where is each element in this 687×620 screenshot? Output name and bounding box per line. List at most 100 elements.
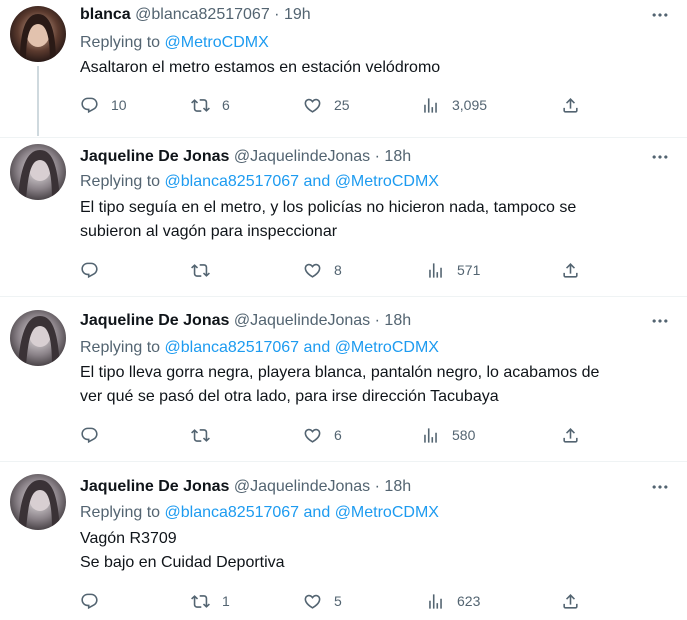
tweet-header: Jaqueline De Jonas @JaquelindeJonas · 18… <box>80 477 411 497</box>
profile-photo <box>10 144 66 200</box>
mention-link[interactable]: @MetroCDMX <box>335 173 439 190</box>
replying-to-label: Replying to <box>80 339 161 356</box>
views-icon <box>421 426 440 445</box>
retweet-button[interactable] <box>191 259 222 281</box>
user-handle[interactable]: @JaquelindeJonas <box>234 478 370 495</box>
retweet-button[interactable] <box>191 424 222 446</box>
replying-to: Replying to @blanca82517067 and @MetroCD… <box>80 338 439 358</box>
heart-icon <box>303 96 322 115</box>
user-handle[interactable]: @JaquelindeJonas <box>234 148 370 165</box>
replying-to-label: Replying to <box>80 173 161 190</box>
reply-button[interactable] <box>80 424 111 446</box>
display-name[interactable]: Jaqueline De Jonas <box>80 312 229 329</box>
reply-button[interactable] <box>80 259 111 281</box>
view-count: 580 <box>452 427 476 443</box>
replying-to: Replying to @blanca82517067 and @MetroCD… <box>80 172 439 192</box>
like-count: 5 <box>334 593 342 609</box>
avatar[interactable] <box>10 474 66 530</box>
more-icon[interactable] <box>649 477 671 497</box>
retweet-button[interactable]: 1 <box>191 590 230 612</box>
retweet-icon <box>191 261 210 280</box>
mention-joiner: and <box>303 173 331 190</box>
like-button[interactable]: 8 <box>303 259 342 281</box>
reply-icon <box>80 261 99 280</box>
tweet-header: blanca @blanca82517067 · 19h <box>80 5 311 25</box>
profile-photo <box>10 310 66 366</box>
tweet-text-line: Vagón R3709 <box>80 530 177 547</box>
user-handle[interactable]: @blanca82517067 <box>135 6 270 23</box>
tweet[interactable]: Jaqueline De Jonas @JaquelindeJonas · 18… <box>0 138 687 294</box>
tweet[interactable]: blanca @blanca82517067 · 19h Replying to… <box>0 0 687 136</box>
timestamp[interactable]: 19h <box>284 6 311 23</box>
share-button[interactable] <box>561 590 580 612</box>
views-button[interactable]: 571 <box>426 259 480 281</box>
display-name[interactable]: Jaqueline De Jonas <box>80 148 229 165</box>
reply-button[interactable]: 10 <box>80 94 127 116</box>
retweet-button[interactable]: 6 <box>191 94 230 116</box>
profile-photo <box>10 6 66 62</box>
display-name[interactable]: Jaqueline De Jonas <box>80 478 229 495</box>
views-icon <box>426 261 445 280</box>
retweet-icon <box>191 426 210 445</box>
like-count: 6 <box>334 427 342 443</box>
tweet-text-line: Se bajo en Cuidad Deportiva <box>80 554 285 571</box>
mention-joiner: and <box>303 504 331 521</box>
avatar[interactable] <box>10 144 66 200</box>
views-button[interactable]: 3,095 <box>421 94 487 116</box>
mention-link[interactable]: @blanca82517067 <box>165 339 300 356</box>
mention-link[interactable]: @MetroCDMX <box>335 504 439 521</box>
share-button[interactable] <box>561 94 580 116</box>
mention-joiner: and <box>303 339 331 356</box>
retweet-icon <box>191 96 210 115</box>
replying-to-label: Replying to <box>80 504 161 521</box>
heart-icon <box>303 261 322 280</box>
reply-icon <box>80 426 99 445</box>
avatar[interactable] <box>10 6 66 62</box>
action-bar: 1 5 623 <box>80 590 600 612</box>
retweet-count: 6 <box>222 97 230 113</box>
separator-dot: · <box>374 478 380 495</box>
avatar[interactable] <box>10 310 66 366</box>
views-button[interactable]: 580 <box>421 424 475 446</box>
more-icon[interactable] <box>649 147 671 167</box>
tweet-text: El tipo lleva gorra negra, playera blanc… <box>80 361 599 409</box>
action-bar: 10 6 25 3,095 <box>80 94 600 116</box>
timestamp[interactable]: 18h <box>384 148 411 165</box>
more-icon[interactable] <box>649 5 671 25</box>
tweet-header: Jaqueline De Jonas @JaquelindeJonas · 18… <box>80 311 411 331</box>
view-count: 571 <box>457 262 481 278</box>
display-name[interactable]: blanca <box>80 6 131 23</box>
replying-to: Replying to @MetroCDMX <box>80 33 269 53</box>
user-handle[interactable]: @JaquelindeJonas <box>234 312 370 329</box>
mention-link[interactable]: @MetroCDMX <box>335 339 439 356</box>
mention-link[interactable]: @blanca82517067 <box>165 173 300 190</box>
views-icon <box>421 96 440 115</box>
heart-icon <box>303 426 322 445</box>
reply-count: 10 <box>111 97 127 113</box>
timestamp[interactable]: 18h <box>384 312 411 329</box>
share-button[interactable] <box>561 259 580 281</box>
mention-link[interactable]: @blanca82517067 <box>165 504 300 521</box>
like-count: 25 <box>334 97 350 113</box>
tweet-text-line: ver qué se pasó del otra lado, para irse… <box>80 388 499 405</box>
more-icon[interactable] <box>649 311 671 331</box>
retweet-icon <box>191 592 210 611</box>
tweet[interactable]: Jaqueline De Jonas @JaquelindeJonas · 18… <box>0 300 687 460</box>
share-button[interactable] <box>561 424 580 446</box>
tweet-text: El tipo seguía en el metro, y los policí… <box>80 196 576 244</box>
tweet[interactable]: Jaqueline De Jonas @JaquelindeJonas · 18… <box>0 462 687 620</box>
view-count: 3,095 <box>452 97 488 113</box>
reply-icon <box>80 592 99 611</box>
separator-dot: · <box>374 312 380 329</box>
like-button[interactable]: 5 <box>303 590 342 612</box>
like-button[interactable]: 6 <box>303 424 342 446</box>
tweet-text-line: El tipo seguía en el metro, y los policí… <box>80 199 577 216</box>
share-icon <box>561 592 580 611</box>
separator-dot: · <box>374 148 380 165</box>
timestamp[interactable]: 18h <box>384 478 411 495</box>
mention-link[interactable]: @MetroCDMX <box>165 34 269 51</box>
reply-button[interactable] <box>80 590 111 612</box>
views-button[interactable]: 623 <box>426 590 480 612</box>
share-icon <box>561 96 580 115</box>
like-button[interactable]: 25 <box>303 94 350 116</box>
